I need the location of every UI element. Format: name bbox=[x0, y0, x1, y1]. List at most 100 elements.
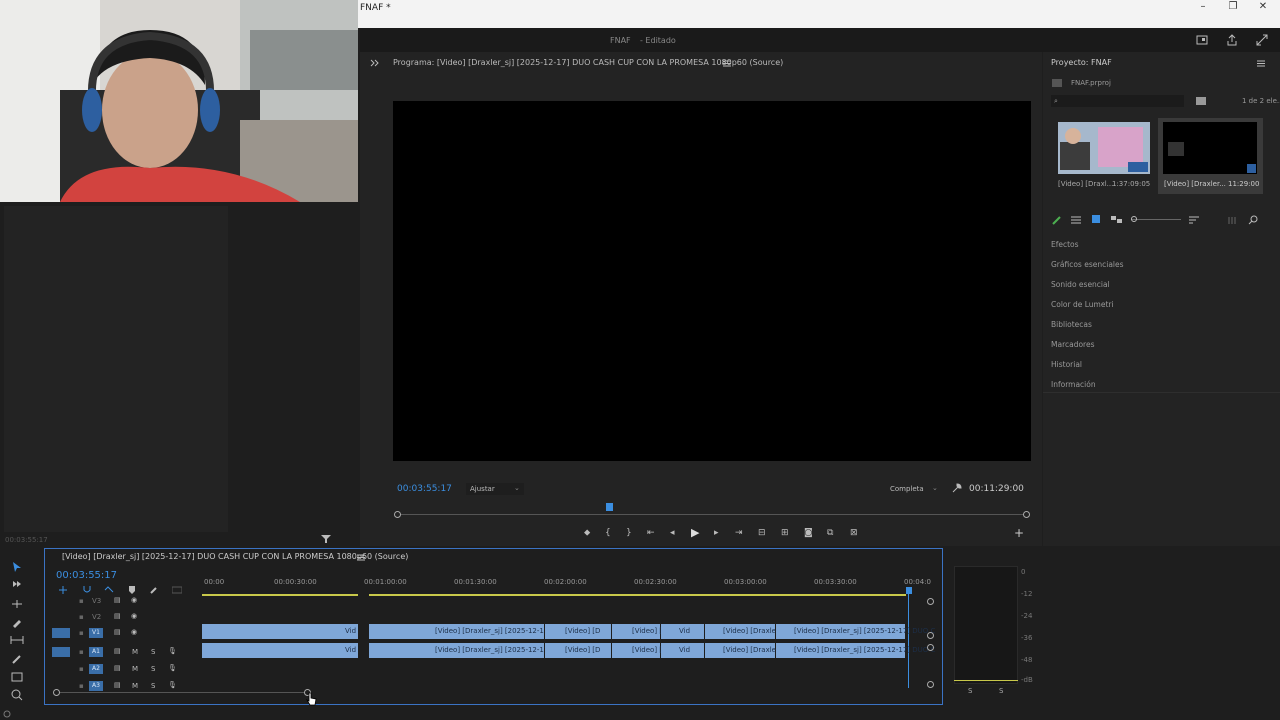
video-clip[interactable]: Vid bbox=[661, 624, 704, 639]
add-marker-icon[interactable] bbox=[128, 586, 136, 594]
sort-icon[interactable] bbox=[1189, 215, 1199, 225]
pencil-icon[interactable] bbox=[1052, 215, 1062, 225]
scrubber-end-handle[interactable] bbox=[1023, 511, 1030, 518]
audio-clip[interactable]: [Video] [ bbox=[612, 643, 662, 658]
sync-lock-icon[interactable]: ▤ bbox=[114, 647, 121, 656]
go-to-in-icon[interactable]: ⇤ bbox=[647, 528, 661, 538]
vertical-zoom-handle[interactable] bbox=[927, 644, 934, 651]
sync-lock-icon[interactable]: ▤ bbox=[114, 628, 121, 637]
panel-menu-icon[interactable] bbox=[1257, 60, 1265, 67]
project-item-thumbnail-1[interactable] bbox=[1058, 122, 1150, 174]
comparison-view-icon[interactable]: ⧉ bbox=[827, 528, 841, 538]
selection-tool-icon[interactable] bbox=[12, 562, 22, 573]
snap-icon[interactable] bbox=[82, 586, 92, 594]
lock-icon[interactable]: ▪ bbox=[79, 597, 84, 606]
solo-button[interactable]: S bbox=[151, 682, 155, 691]
minimize-button[interactable]: – bbox=[1188, 0, 1218, 16]
nest-icon[interactable] bbox=[58, 586, 68, 594]
video-clip[interactable]: [Video] [ bbox=[612, 624, 662, 639]
close-button[interactable]: ✕ bbox=[1248, 0, 1278, 16]
filter-icon[interactable] bbox=[321, 534, 331, 544]
eye-icon[interactable]: ◉ bbox=[131, 596, 137, 605]
slip-tool-icon[interactable] bbox=[10, 635, 24, 645]
freeform-view-icon[interactable] bbox=[1111, 215, 1123, 225]
panel-item-history[interactable]: Historial bbox=[1051, 360, 1082, 369]
rectangle-tool-icon[interactable] bbox=[11, 672, 23, 682]
panel-item-markers[interactable]: Marcadores bbox=[1051, 340, 1095, 349]
sync-lock-icon[interactable]: ▤ bbox=[114, 681, 121, 690]
add-button-icon[interactable]: + bbox=[1014, 526, 1024, 540]
timeline-playhead-handle[interactable] bbox=[906, 587, 912, 594]
sync-lock-icon[interactable]: ▤ bbox=[114, 664, 121, 673]
project-search-input[interactable]: ⌕ bbox=[1051, 95, 1184, 107]
sync-lock-icon[interactable]: ▤ bbox=[114, 612, 121, 621]
wrench-icon[interactable] bbox=[952, 483, 962, 493]
captions-icon[interactable] bbox=[172, 586, 182, 594]
go-to-out-icon[interactable]: ⇥ bbox=[735, 528, 749, 538]
zoom-slider[interactable] bbox=[1131, 219, 1181, 220]
video-clip[interactable]: [Video] [Draxler_sj] [2025-12-17] DUO bbox=[369, 624, 569, 639]
panel-item-essential-sound[interactable]: Sonido esencial bbox=[1051, 280, 1110, 289]
microphone-icon[interactable]: 🎙 bbox=[168, 681, 177, 690]
audio-clip[interactable]: [Video] [D bbox=[545, 643, 611, 658]
track-target-a2[interactable]: A2 bbox=[89, 664, 103, 674]
new-bin-icon[interactable] bbox=[1196, 96, 1206, 105]
track-header-a2[interactable]: ▪ A2 ▤ M S 🎙 bbox=[52, 662, 200, 678]
mute-button[interactable]: M bbox=[132, 682, 138, 691]
audio-clip[interactable]: [Video] [Draxler_s bbox=[705, 643, 786, 658]
track-header-v1[interactable]: ▪ V1 ▤ ◉ bbox=[52, 626, 200, 642]
razor-tool-icon[interactable] bbox=[11, 618, 23, 628]
play-icon[interactable]: ▶ bbox=[691, 526, 705, 539]
eye-icon[interactable]: ◉ bbox=[131, 628, 137, 637]
video-clip[interactable]: [Video] [D bbox=[545, 624, 611, 639]
lock-icon[interactable]: ▪ bbox=[79, 682, 84, 691]
timeline-timecode[interactable]: 00:03:55:17 bbox=[56, 570, 117, 581]
lock-icon[interactable]: ▪ bbox=[79, 648, 84, 657]
fullscreen-icon[interactable] bbox=[1256, 34, 1268, 46]
linked-selection-icon[interactable] bbox=[104, 586, 114, 594]
track-header-a1[interactable]: ▪ A1 ▤ M S 🎙 bbox=[52, 645, 200, 661]
track-target-a3[interactable]: A3 bbox=[89, 681, 103, 691]
eye-icon[interactable]: ◉ bbox=[131, 612, 137, 621]
vertical-zoom-handle[interactable] bbox=[927, 632, 934, 639]
ripple-edit-tool-icon[interactable] bbox=[11, 599, 23, 609]
track-target-v1[interactable]: V1 bbox=[89, 628, 103, 638]
step-back-icon[interactable]: ◂ bbox=[670, 528, 682, 538]
track-header-v2[interactable]: ▪ V2 ▤ ◉ bbox=[52, 610, 200, 626]
video-clip[interactable]: Vid bbox=[202, 624, 358, 639]
microphone-icon[interactable]: 🎙 bbox=[168, 647, 177, 656]
track-target-a1[interactable]: A1 bbox=[89, 647, 103, 657]
quality-select[interactable]: Completa ⌄ bbox=[886, 483, 942, 495]
panel-item-essential-graphics[interactable]: Gráficos esenciales bbox=[1051, 260, 1124, 269]
solo-right-button[interactable]: S bbox=[999, 687, 1003, 696]
marker-icon[interactable]: ⬥ bbox=[584, 528, 596, 538]
pen-tool-icon[interactable] bbox=[11, 654, 23, 664]
extract-icon[interactable]: ⊞ bbox=[781, 528, 795, 538]
solo-button[interactable]: S bbox=[151, 665, 155, 674]
vertical-zoom-handle[interactable] bbox=[927, 598, 934, 605]
solo-button[interactable]: S bbox=[151, 648, 155, 657]
microphone-icon[interactable]: 🎙 bbox=[168, 664, 177, 673]
track-select-tool-icon[interactable] bbox=[11, 580, 23, 590]
scrubber-start-handle[interactable] bbox=[394, 511, 401, 518]
fit-select[interactable]: Ajustar ⌄ bbox=[466, 483, 524, 495]
project-item-thumbnail-2[interactable] bbox=[1163, 122, 1257, 174]
scrubber-track[interactable] bbox=[397, 514, 1027, 515]
step-forward-icon[interactable]: ▸ bbox=[714, 528, 726, 538]
source-patch-a1[interactable] bbox=[52, 647, 70, 657]
export-frame-icon[interactable]: ◙ bbox=[804, 528, 818, 538]
icon-view-icon[interactable] bbox=[1092, 215, 1100, 223]
mute-button[interactable]: M bbox=[132, 648, 138, 657]
lock-icon[interactable]: ▪ bbox=[79, 665, 84, 674]
sync-lock-icon[interactable]: ▤ bbox=[114, 596, 121, 605]
list-view-icon[interactable] bbox=[1071, 215, 1081, 225]
playhead-marker[interactable] bbox=[606, 503, 613, 511]
video-clip[interactable]: [Video] [Draxler_sj] [2025-12-17] DUO C bbox=[776, 624, 935, 639]
video-clip[interactable]: [Video] [Draxler_s bbox=[705, 624, 786, 639]
timeline-settings-icon[interactable] bbox=[150, 586, 160, 594]
audio-clip[interactable]: [Video] [Draxler_sj] [2025-12-17] DUO C bbox=[776, 643, 935, 658]
automate-icon[interactable] bbox=[1228, 215, 1238, 225]
zoom-slider-handle[interactable] bbox=[1131, 216, 1137, 222]
audio-clip[interactable]: [Video] [Draxler_sj] [2025-12-17] DUO bbox=[369, 643, 569, 658]
horizontal-zoom-scrollbar[interactable] bbox=[56, 692, 308, 693]
